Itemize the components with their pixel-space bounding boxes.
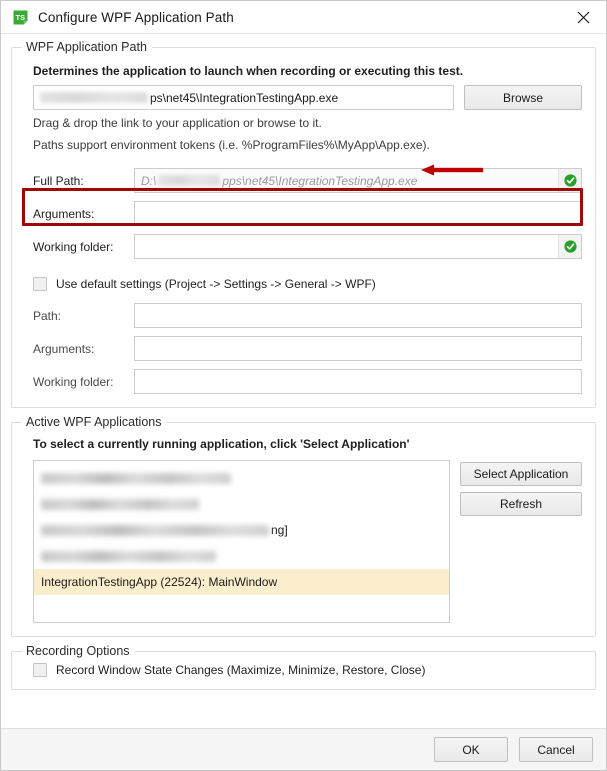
wpf-application-path-legend: WPF Application Path (22, 40, 152, 54)
full-path-input: D:\ pps\net45\IntegrationTestingApp.exe (134, 168, 582, 193)
use-default-settings-row[interactable]: Use default settings (Project -> Setting… (33, 277, 582, 291)
default-arguments-input[interactable] (134, 336, 582, 361)
check-circle-icon (558, 235, 581, 258)
list-item-selected[interactable]: IntegrationTestingApp (22524): MainWindo… (34, 569, 449, 595)
browse-button[interactable]: Browse (464, 85, 582, 110)
ok-button[interactable]: OK (434, 737, 508, 762)
redacted-app-entry (41, 472, 231, 484)
recording-options-group: Recording Options Record Window State Ch… (11, 644, 596, 690)
wpf-application-path-group: WPF Application Path Determines the appl… (11, 40, 596, 408)
redacted-full-path-middle (158, 175, 221, 186)
app-path-input[interactable]: ps\net45\IntegrationTestingApp.exe (33, 85, 454, 110)
default-arguments-label: Arguments: (33, 341, 95, 356)
app-path-row: ps\net45\IntegrationTestingApp.exe Brows… (33, 85, 582, 110)
record-window-state-row[interactable]: Record Window State Changes (Maximize, M… (33, 663, 582, 677)
environment-tokens-hint: Paths support environment tokens (i.e. %… (33, 138, 430, 152)
window-title: Configure WPF Application Path (38, 9, 234, 25)
select-application-button[interactable]: Select Application (460, 462, 582, 486)
dialog-body: WPF Application Path Determines the appl… (1, 34, 606, 728)
full-path-label: Full Path: (33, 173, 84, 188)
redacted-app-entry (41, 498, 199, 510)
default-path-label: Path: (33, 308, 62, 323)
drag-drop-hint: Drag & drop the link to your application… (33, 116, 322, 130)
list-item-tail: ng] (271, 523, 288, 537)
default-path-input[interactable] (134, 303, 582, 328)
active-apps-listbox[interactable]: ng] IntegrationTestingApp (22524): MainW… (33, 460, 450, 623)
list-item[interactable] (34, 543, 449, 569)
use-default-settings-checkbox[interactable] (33, 277, 47, 291)
cancel-button[interactable]: Cancel (519, 737, 593, 762)
default-working-folder-input[interactable] (134, 369, 582, 394)
redacted-path-prefix (40, 92, 148, 103)
record-window-state-label: Record Window State Changes (Maximize, M… (56, 663, 426, 677)
active-apps-side-buttons: Select Application Refresh (460, 460, 582, 623)
working-folder-input[interactable] (134, 234, 582, 259)
test-studio-icon: TS (12, 9, 29, 26)
active-apps-listwrap: ng] IntegrationTestingApp (22524): MainW… (33, 460, 582, 623)
check-circle-icon (558, 169, 581, 192)
full-path-value-suffix: pps\net45\IntegrationTestingApp.exe (222, 173, 418, 188)
list-item[interactable]: ng] (34, 517, 449, 543)
active-apps-description: To select a currently running applicatio… (33, 437, 410, 451)
arguments-label: Arguments: (33, 206, 95, 221)
list-item[interactable] (34, 465, 449, 491)
full-path-value-prefix: D:\ (141, 173, 157, 188)
title-bar: TS Configure WPF Application Path (1, 1, 606, 34)
default-path-row: Path: (33, 303, 582, 328)
working-folder-label: Working folder: (33, 239, 114, 254)
default-arguments-row: Arguments: (33, 336, 582, 361)
svg-text:TS: TS (16, 13, 26, 22)
use-default-settings-label: Use default settings (Project -> Setting… (56, 277, 376, 291)
default-working-folder-row: Working folder: (33, 369, 582, 394)
record-window-state-checkbox[interactable] (33, 663, 47, 677)
close-icon[interactable] (561, 1, 606, 33)
dialog-footer: OK Cancel (1, 728, 606, 770)
refresh-button[interactable]: Refresh (460, 492, 582, 516)
list-item-label: IntegrationTestingApp (22524): MainWindo… (41, 575, 278, 589)
arguments-row: Arguments: (33, 201, 582, 226)
working-folder-row: Working folder: (33, 234, 582, 259)
app-path-description: Determines the application to launch whe… (33, 64, 464, 78)
list-item[interactable] (34, 491, 449, 517)
configure-wpf-application-path-dialog: TS Configure WPF Application Path WPF Ap… (0, 0, 607, 771)
app-path-input-value: ps\net45\IntegrationTestingApp.exe (150, 90, 339, 105)
redacted-app-entry (41, 550, 216, 562)
redacted-app-entry (41, 524, 269, 536)
full-path-row: Full Path: D:\ pps\net45\IntegrationTest… (33, 168, 582, 193)
active-wpf-applications-legend: Active WPF Applications (22, 415, 167, 429)
default-working-folder-label: Working folder: (33, 374, 114, 389)
arguments-input[interactable] (134, 201, 582, 226)
recording-options-legend: Recording Options (22, 644, 135, 658)
active-wpf-applications-group: Active WPF Applications To select a curr… (11, 415, 596, 637)
